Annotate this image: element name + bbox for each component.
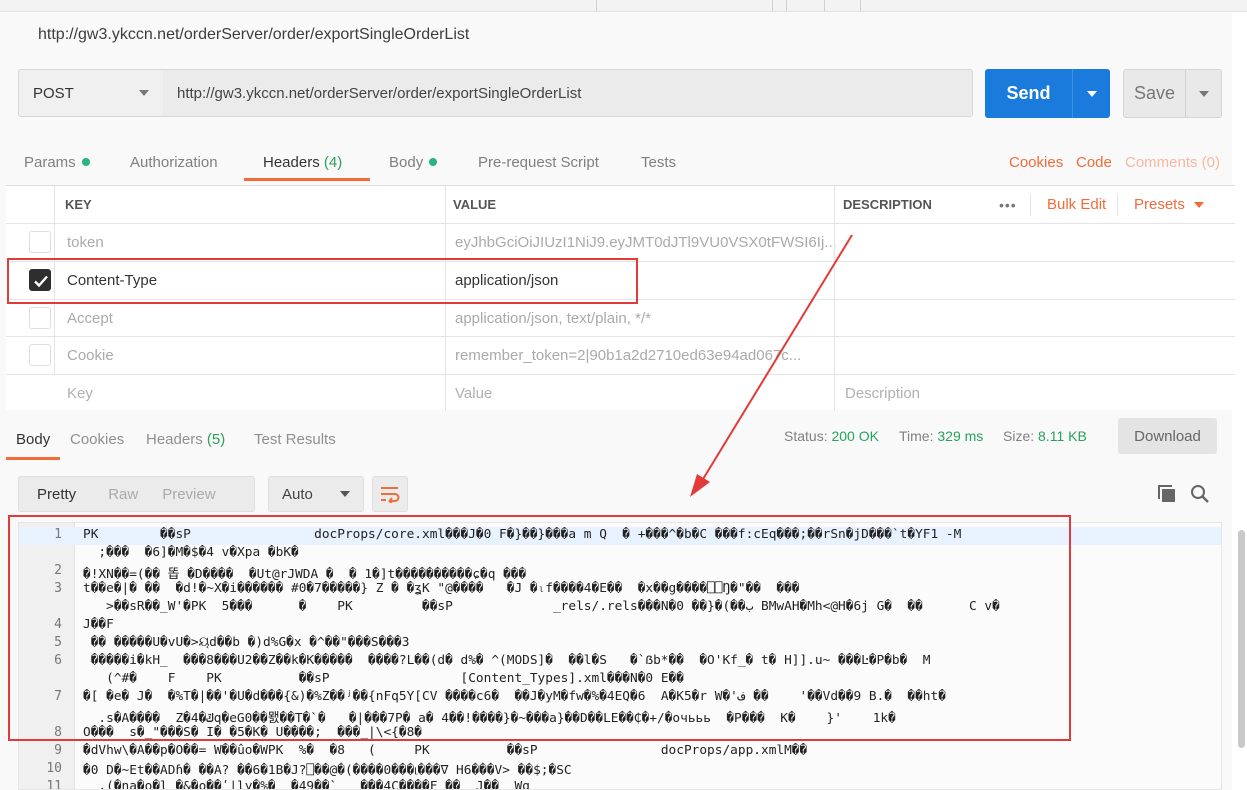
annotation-arrow [690,234,853,497]
